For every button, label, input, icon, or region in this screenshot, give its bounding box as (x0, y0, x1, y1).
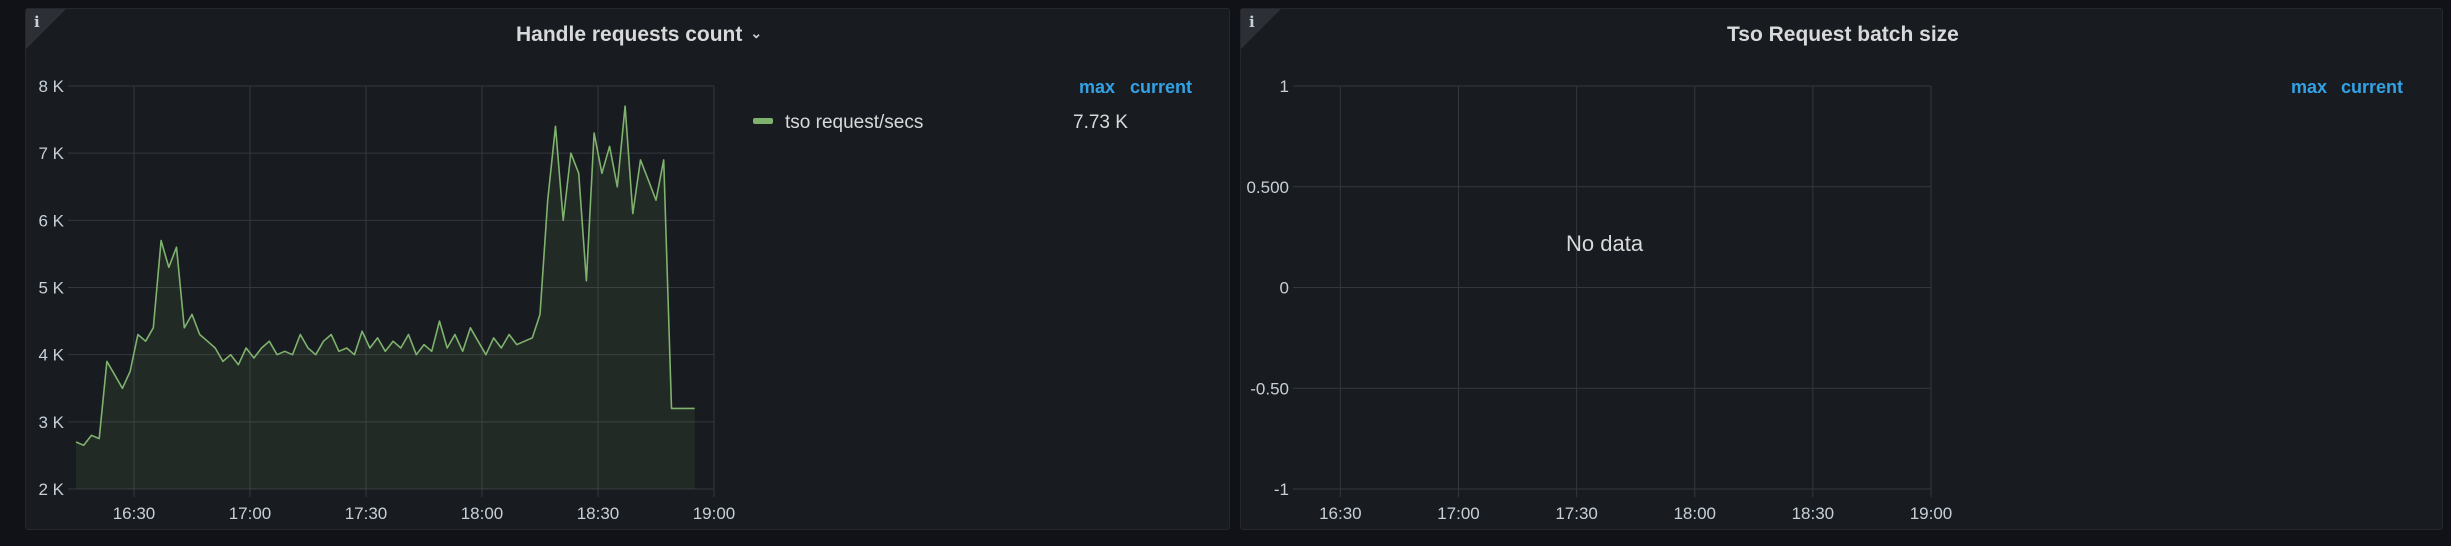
legend-header-max[interactable]: max (1079, 77, 1115, 98)
y-tick-label: 6 K (38, 211, 64, 230)
y-tick-label: 1 (1280, 77, 1289, 96)
y-tick-label: 2 K (38, 480, 64, 499)
no-data-text: No data (1566, 231, 1644, 256)
legend-swatch (753, 118, 773, 124)
x-tick-label: 18:00 (461, 504, 504, 523)
y-tick-label: -0.50 (1250, 379, 1289, 398)
y-tick-label: 8 K (38, 77, 64, 96)
legend-series-value: 7.73 K (1073, 112, 1128, 133)
x-tick-label: 17:00 (1437, 504, 1480, 523)
chart-batch-size: 1 0.500 0 -0.50 -1 16:30 17:00 17:30 18:00 18:30 1… (1246, 77, 1953, 523)
x-tick-label: 16:30 (113, 504, 156, 523)
legend-series-item[interactable]: tso request/secs (753, 112, 923, 134)
y-tick-label: 4 K (38, 346, 64, 365)
legend-series-label: tso request/secs (785, 112, 924, 133)
y-tick-label: 3 K (38, 413, 64, 432)
y-tick-label: 0 (1280, 279, 1289, 298)
x-tick-label: 17:30 (1555, 504, 1598, 523)
y-tick-label: -1 (1274, 480, 1289, 499)
legend-header-current[interactable]: current (1130, 77, 1192, 98)
x-tick-label: 19:00 (1910, 504, 1953, 523)
y-tick-label: 5 K (38, 279, 64, 298)
panel-handle-requests-count: i Handle requests count ⌄ 2 K3 K4 K5 K6 K… (25, 8, 1230, 530)
panel-tso-request-batch-size: i Tso Request batch size 1 0.500 0 -0.50 -1 1… (1240, 8, 2443, 530)
x-tick-label: 16:30 (1319, 504, 1362, 523)
y-tick-label: 7 K (38, 144, 64, 163)
legend-header-current[interactable]: current (2341, 77, 2403, 98)
legend-header-max[interactable]: max (2291, 77, 2327, 98)
x-tick-label: 17:00 (229, 504, 272, 523)
y-tick-label: 0.500 (1246, 178, 1289, 197)
x-tick-label: 18:30 (577, 504, 620, 523)
series-area (76, 106, 695, 489)
x-tick-label: 18:30 (1792, 504, 1835, 523)
x-tick-label: 17:30 (345, 504, 388, 523)
x-tick-label: 19:00 (693, 504, 736, 523)
x-tick-label: 18:00 (1673, 504, 1716, 523)
chart-handle-requests: 2 K 3 K 4 K 5 K 6 K 7 K 8 K 16:30 17:00 17:30 18:0… (38, 77, 736, 523)
